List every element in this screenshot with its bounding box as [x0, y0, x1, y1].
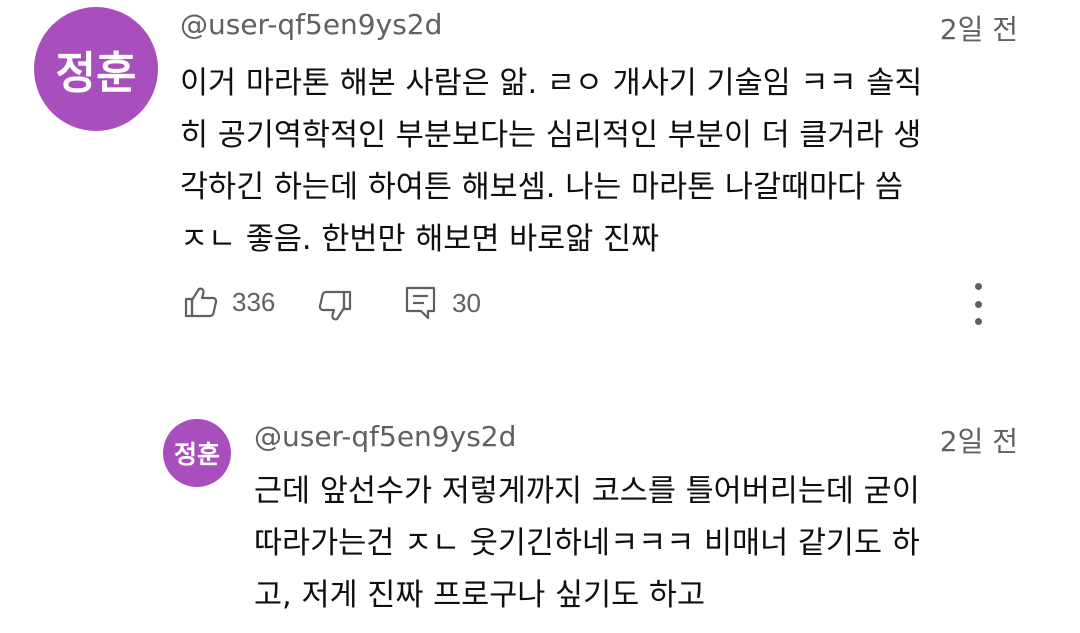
- reply-count: 30: [452, 287, 481, 318]
- reply-avatar[interactable]: 정훈: [163, 419, 231, 487]
- reply-text-line: 따라가는건 ㅈㄴ 웃기긴하네ㅋㅋㅋ 비매너 같기도 하: [254, 526, 920, 561]
- reply-button[interactable]: 30: [404, 283, 481, 323]
- comment-icon: [404, 285, 438, 321]
- comment-text-line: 이거 마라톤 해본 사람은 앎. ㄹㅇ 개사기 기술임 ㅋㅋ 솔직: [180, 66, 923, 101]
- like-count: 336: [232, 286, 276, 317]
- more-options-button[interactable]: [963, 280, 993, 328]
- reply-timestamp: 2일 전: [939, 425, 1018, 458]
- comment-text-line: 히 공기역학적인 부분보다는 심리적인 부분이 더 클거라 생: [180, 118, 922, 153]
- reply-text-line: 고, 저게 진짜 프로구나 싶기도 하고: [254, 578, 706, 613]
- reply-thread: 정훈 @user-qf5en9ys2d 2일 전 근데 앞선수가 저렇게까지 코…: [0, 400, 1080, 633]
- dot: [974, 283, 982, 290]
- reply-text-line: 근데 앞선수가 저렇게까지 코스를 틀어버리는데 굳이: [254, 474, 920, 509]
- like-button[interactable]: 336: [184, 282, 275, 322]
- comment-username[interactable]: @user-qf5en9ys2d: [180, 8, 442, 41]
- avatar-text: 정훈: [173, 440, 220, 469]
- avatar[interactable]: 정훈: [34, 7, 158, 131]
- comment-text: 이거 마라톤 해본 사람은 앎. ㄹㅇ 개사기 기술임 ㅋㅋ 솔직 히 공기역학…: [180, 58, 922, 266]
- comment-text-line: ㅈㄴ 좋음. 한번만 해보면 바로앎 진짜: [180, 222, 660, 257]
- avatar-text: 정훈: [55, 48, 137, 99]
- thumbs-up-icon: [184, 285, 218, 319]
- reply-text: 근데 앞선수가 저렇게까지 코스를 틀어버리는데 굳이 따라가는건 ㅈㄴ 웃기긴…: [254, 466, 920, 622]
- comment-text-line: 각하긴 하는데 하여튼 해보셈. 나는 마라톤 나갈때마다 씀: [180, 170, 903, 205]
- thumbs-down-icon: [318, 289, 352, 323]
- dislike-button[interactable]: [318, 286, 352, 326]
- comment-thread: 정훈 @user-qf5en9ys2d 2일 전 이거 마라톤 해본 사람은 앎…: [0, 0, 1080, 360]
- dot: [974, 318, 982, 325]
- reply-username[interactable]: @user-qf5en9ys2d: [254, 420, 516, 453]
- dot: [974, 300, 982, 308]
- comment-timestamp: 2일 전: [939, 13, 1018, 46]
